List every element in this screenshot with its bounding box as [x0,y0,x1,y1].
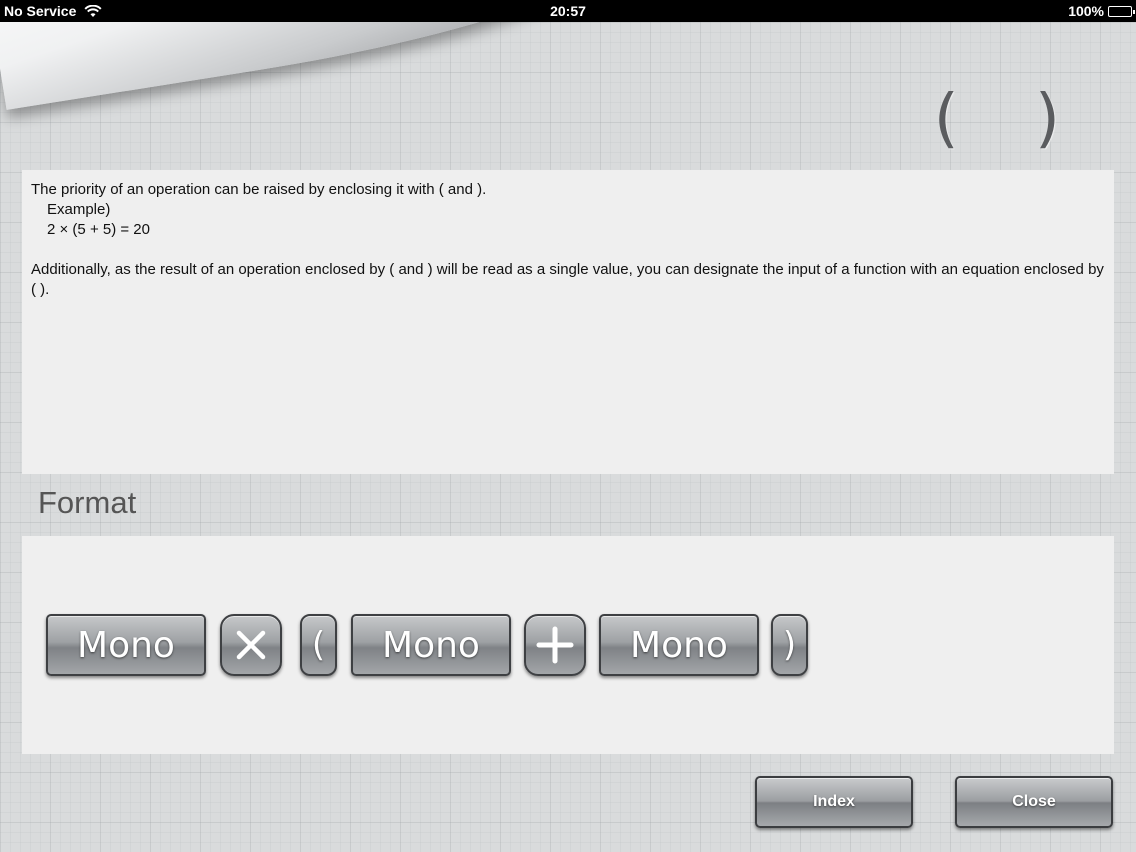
clock: 20:57 [550,3,586,19]
format-heading: Format [38,485,137,520]
battery-icon [1108,5,1135,17]
example-label: Example) [47,201,111,218]
multiply-icon [234,628,268,662]
description-text-additional: Additionally, as the result of an operat… [31,261,1104,298]
index-button[interactable]: Index [755,776,913,828]
example-expression: 2 × (5 + 5) = 20 [47,221,150,238]
open-paren-key: ( [300,614,337,676]
status-bar: No Service 20:57 100% [0,0,1136,22]
plus-icon [536,626,574,664]
plus-key [524,614,586,676]
page-title: ( ) [933,82,1088,156]
format-panel: Mono ( Mono Mono ) [22,536,1114,754]
close-paren-key: ) [771,614,808,676]
multiply-key [220,614,282,676]
page-curl-decoration [0,22,639,110]
mono-key: Mono [46,614,206,676]
description-panel: The priority of an operation can be rais… [22,170,1114,474]
close-button[interactable]: Close [955,776,1113,828]
mono-key: Mono [599,614,759,676]
battery-percent: 100% [1068,3,1104,19]
battery-status: 100% [1068,3,1135,19]
mono-key: Mono [351,614,511,676]
description-text: The priority of an operation can be rais… [31,181,487,198]
help-page: ( ) The priority of an operation can be … [0,22,1136,852]
